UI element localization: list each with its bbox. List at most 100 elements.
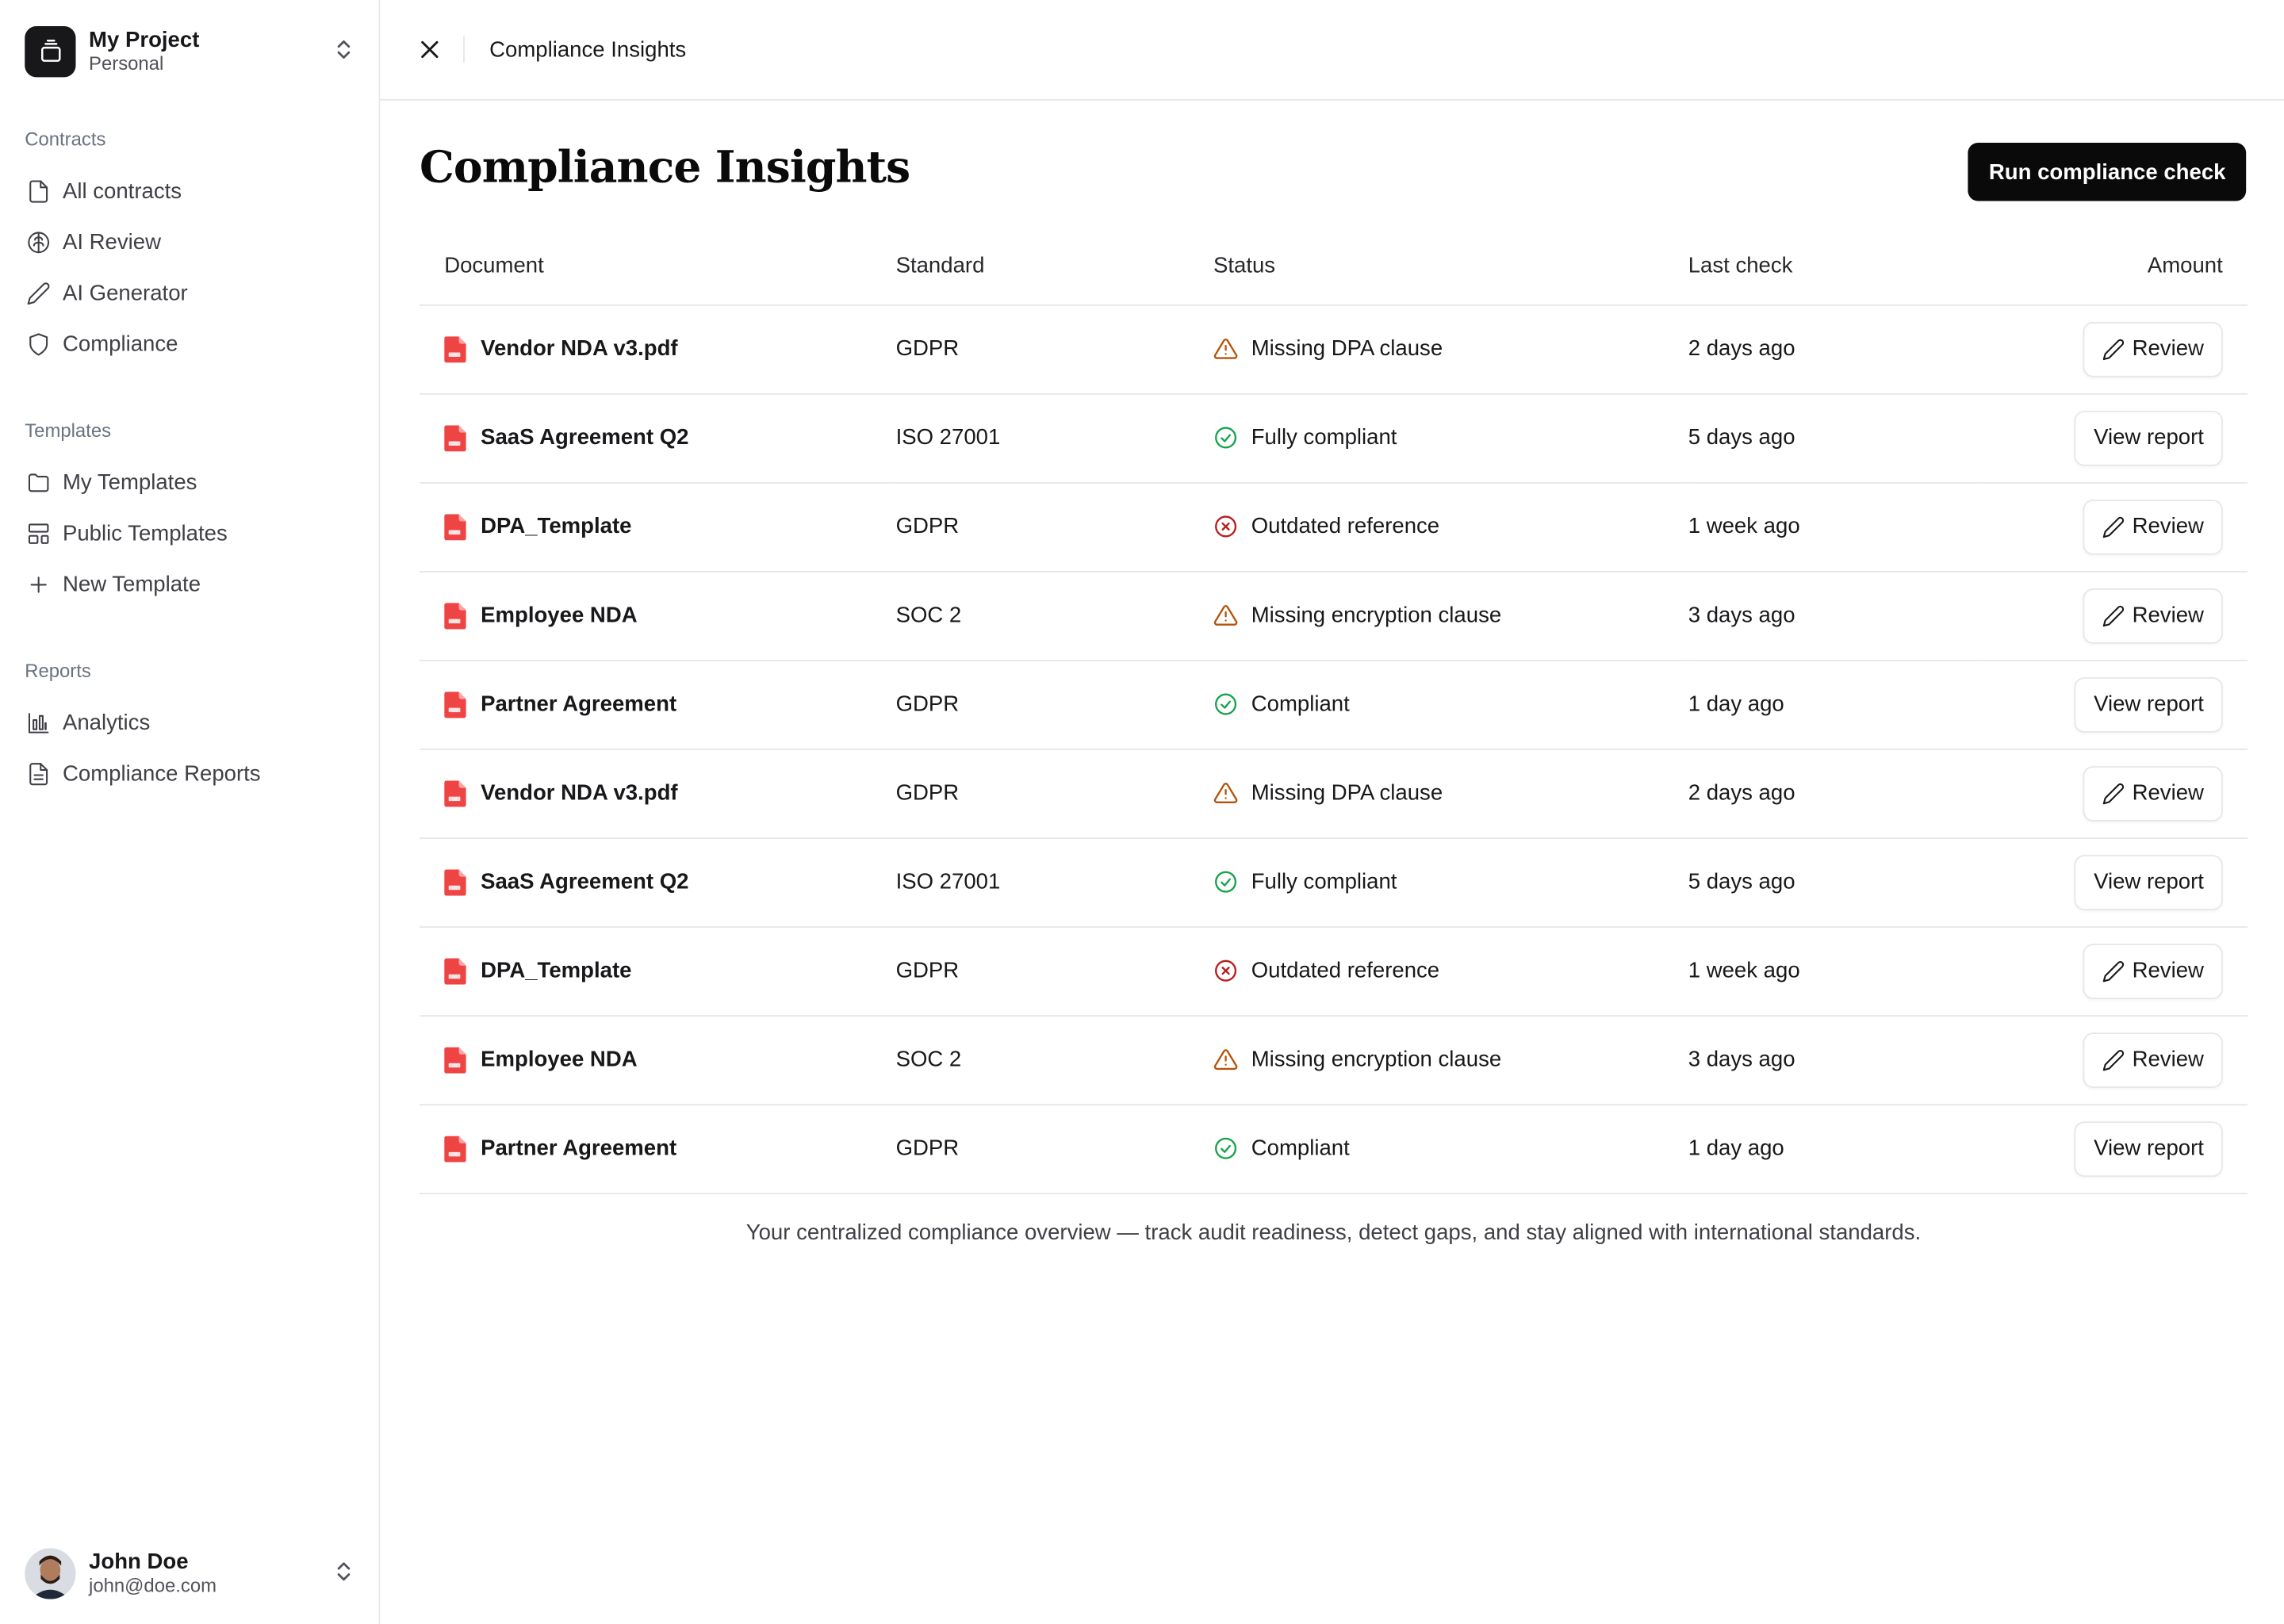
document-name[interactable]: SaaS Agreement Q2 <box>481 870 688 894</box>
status-text: Compliant <box>1251 691 1350 717</box>
document-name[interactable]: Partner Agreement <box>481 1136 676 1161</box>
column-header-status[interactable]: Status <box>1213 228 1688 305</box>
cell-last-check: 1 day ago <box>1688 660 1980 749</box>
review-button[interactable]: Review <box>2083 320 2223 377</box>
run-compliance-check-button[interactable]: Run compliance check <box>1968 142 2247 201</box>
document-name[interactable]: Employee NDA <box>481 603 638 627</box>
cell-status: Outdated reference <box>1213 481 1688 572</box>
check-circle-icon <box>1213 1136 1238 1161</box>
cell-last-check: 5 days ago <box>1688 393 1980 483</box>
cell-status: Outdated reference <box>1213 926 1688 1017</box>
pen-icon <box>2102 1048 2125 1071</box>
sidebar-item-my-templates[interactable]: My Templates <box>25 458 362 508</box>
sidebar-item-label: Compliance <box>62 331 178 357</box>
document-name[interactable]: DPA_Template <box>481 959 631 983</box>
document-name[interactable]: Vendor NDA v3.pdf <box>481 780 677 805</box>
page-title: Compliance Insights <box>419 142 910 194</box>
table-row: Employee NDA SOC 2 Missing encryption clau… <box>419 1015 2248 1105</box>
sidebar-item-label: Analytics <box>62 710 151 736</box>
project-name: My Project <box>89 26 200 52</box>
cell-action: View report <box>1979 1104 2248 1194</box>
warning-icon <box>1213 336 1238 361</box>
document-name[interactable]: SaaS Agreement Q2 <box>481 425 688 450</box>
user-email: john@doe.com <box>89 1573 217 1596</box>
cell-status: Compliant <box>1213 660 1688 749</box>
cell-standard: SOC 2 <box>895 570 1213 661</box>
sidebar-item-new-template[interactable]: New Template <box>25 559 362 610</box>
button-label: Review <box>2132 514 2204 539</box>
sidebar-item-label: Public Templates <box>62 521 228 546</box>
status-text: Outdated reference <box>1251 514 1440 539</box>
column-header-standard[interactable]: Standard <box>895 228 1213 305</box>
cell-document: DPA_Template <box>419 926 896 1017</box>
page-caption: Your centralized compliance overview — t… <box>745 1220 1922 1246</box>
status-text: Missing encryption clause <box>1251 603 1502 628</box>
document-name[interactable]: Partner Agreement <box>481 691 676 716</box>
column-header-amount[interactable]: Amount <box>1979 228 2248 305</box>
sidebar-item-ai-review[interactable]: AI Review <box>25 217 362 268</box>
divider <box>463 36 465 63</box>
button-label: Review <box>2132 1047 2204 1072</box>
cell-action: View report <box>1979 393 2248 483</box>
review-button[interactable]: Review <box>2083 588 2223 643</box>
view-report-button[interactable]: View report <box>2075 1120 2223 1177</box>
cell-status: Fully compliant <box>1213 837 1688 928</box>
cell-status: Missing encryption clause <box>1213 570 1688 661</box>
document-name[interactable]: Vendor NDA v3.pdf <box>481 336 677 361</box>
nav-heading-templates: Templates <box>25 419 112 442</box>
check-circle-icon <box>1213 425 1238 450</box>
close-icon[interactable] <box>418 38 441 61</box>
bar-chart-icon <box>25 710 51 736</box>
cell-document: SaaS Agreement Q2 <box>419 837 896 928</box>
plus-icon <box>25 572 51 598</box>
button-label: View report <box>2094 869 2204 894</box>
column-header-document[interactable]: Document <box>419 228 896 305</box>
review-button[interactable]: Review <box>2083 1032 2223 1088</box>
pdf-file-icon <box>444 868 466 895</box>
view-report-button[interactable]: View report <box>2075 854 2223 910</box>
chevron-up-down-icon[interactable] <box>334 38 354 69</box>
sidebar-item-all-contracts[interactable]: All contracts <box>25 166 362 216</box>
status-text: Outdated reference <box>1251 958 1440 983</box>
cell-document: Partner Agreement <box>419 660 896 749</box>
cell-last-check: 1 week ago <box>1688 481 1980 572</box>
button-label: Review <box>2132 336 2204 362</box>
cell-standard: GDPR <box>895 1104 1213 1194</box>
sidebar-item-ai-generator[interactable]: AI Generator <box>25 268 362 319</box>
folder-icon <box>25 469 51 496</box>
document-name[interactable]: DPA_Template <box>481 514 631 538</box>
user-menu[interactable]: John Doe john@doe.com <box>25 1547 362 1599</box>
status-text: Missing encryption clause <box>1251 1047 1502 1072</box>
review-button[interactable]: Review <box>2083 499 2223 554</box>
sidebar-item-label: My Templates <box>62 470 197 496</box>
avatar <box>25 1547 76 1599</box>
sidebar-item-compliance-reports[interactable]: Compliance Reports <box>25 749 362 799</box>
document-name[interactable]: Employee NDA <box>481 1048 638 1072</box>
view-report-button[interactable]: View report <box>2075 676 2223 732</box>
cell-status: Missing encryption clause <box>1213 1015 1688 1105</box>
pen-icon <box>25 281 51 307</box>
pen-icon <box>2102 603 2125 626</box>
cell-status: Missing DPA clause <box>1213 304 1688 394</box>
chevron-up-down-icon[interactable] <box>334 1560 354 1591</box>
nav-section-contracts: Contracts All contracts AI Review AI Gen… <box>25 127 362 370</box>
cell-action: View report <box>1979 837 2248 928</box>
shield-icon <box>25 331 51 358</box>
table-row: DPA_Template GDPR Outdated reference 1 week… <box>419 481 2248 572</box>
review-button[interactable]: Review <box>2083 943 2223 999</box>
cell-status: Fully compliant <box>1213 393 1688 483</box>
cell-standard: GDPR <box>895 926 1213 1017</box>
review-button[interactable]: Review <box>2083 765 2223 821</box>
brain-icon <box>25 229 51 255</box>
sidebar-item-compliance[interactable]: Compliance <box>25 319 362 370</box>
sidebar-item-public-templates[interactable]: Public Templates <box>25 508 362 559</box>
sidebar-item-analytics[interactable]: Analytics <box>25 698 362 749</box>
button-label: View report <box>2094 1136 2204 1161</box>
column-header-last-check[interactable]: Last check <box>1688 228 1980 305</box>
project-switcher[interactable]: My Project Personal <box>25 23 362 79</box>
button-label: View report <box>2094 425 2204 450</box>
sidebar: My Project Personal Contracts All contra… <box>0 0 381 1624</box>
view-report-button[interactable]: View report <box>2075 410 2223 465</box>
cell-last-check: 3 days ago <box>1688 570 1980 661</box>
pen-icon <box>2102 337 2125 360</box>
